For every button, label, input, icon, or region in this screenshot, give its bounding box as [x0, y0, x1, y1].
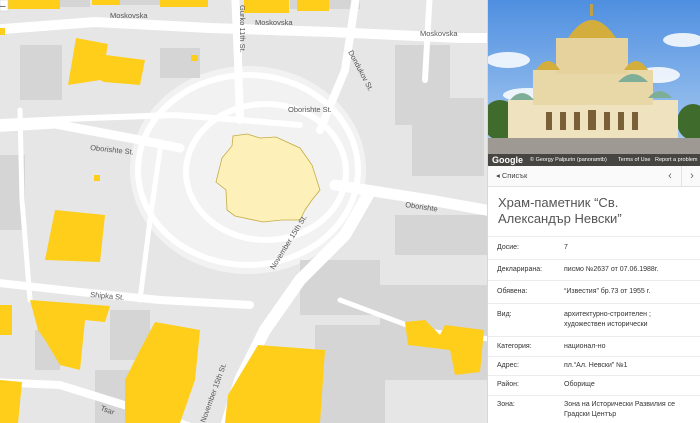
info-label: Обявена: — [497, 288, 528, 295]
info-row-category: Категория: национал-но — [488, 336, 700, 356]
info-label: Адрес: — [497, 362, 519, 369]
info-row-declared: Декларирана: писмо №2637 от 07.06.1988г. — [488, 259, 700, 280]
panel-navbar: ◂ Списък ‹ › — [488, 166, 700, 187]
street-label-moskovska-1: Moskovska — [110, 11, 148, 20]
info-row-type: Вид: архитектурно-строителен ; художеств… — [488, 303, 700, 336]
info-value: пл.“Ал. Невски” №1 — [564, 362, 628, 369]
info-label: Вид: — [497, 311, 512, 318]
info-label: Декларирана: — [497, 266, 543, 273]
street-label-gurko: Gurko 11th St. — [238, 5, 247, 53]
street-label-oborishte-1: Oborishte St. — [288, 105, 332, 114]
svg-text:–: – — [0, 1, 6, 12]
previous-item-button[interactable]: ‹ — [660, 166, 680, 186]
google-logo: Google — [492, 155, 523, 165]
info-label: Зона: — [497, 401, 515, 408]
info-label: Досие: — [497, 244, 519, 251]
info-row-announced: Обявена: “Известия” бр.73 от 1955 г. — [488, 280, 700, 303]
report-problem-link[interactable]: Report a problem — [655, 154, 698, 166]
info-value: 7 — [564, 244, 568, 251]
street-label-moskovska-3: Moskovska — [420, 29, 458, 38]
info-row-zone: Зона: Зона на Исторически Развилия се Гр… — [488, 395, 700, 423]
terms-of-use-link[interactable]: Terms of Use — [618, 154, 650, 166]
next-item-button[interactable]: › — [681, 166, 700, 186]
info-value: национал-но — [564, 343, 606, 350]
info-row-dossier: Досие: 7 — [488, 236, 700, 259]
info-value: Оборище — [564, 381, 595, 388]
info-row-address: Адрес: пл.“Ал. Невски” №1 — [488, 356, 700, 375]
streetview-photo[interactable]: Google © Georgy Palpurin (panoramtb) Ter… — [488, 0, 700, 166]
info-panel: Google © Georgy Palpurin (panoramtb) Ter… — [487, 0, 700, 423]
info-label: Район: — [497, 381, 519, 388]
photo-attribution-bar: Google © Georgy Palpurin (panoramtb) Ter… — [488, 154, 700, 166]
photo-credit[interactable]: © Georgy Palpurin (panoramtb) — [530, 154, 607, 166]
back-to-list-link[interactable]: ◂ Списък — [496, 166, 527, 186]
map-canvas[interactable]: Moskovska Moskovska Moskovska Gurko 11th… — [0, 0, 487, 423]
street-label-moskovska-2: Moskovska — [255, 18, 293, 27]
info-value: “Известия” бр.73 от 1955 г. — [564, 288, 651, 295]
info-row-district: Район: Оборище — [488, 375, 700, 395]
monument-title: Храм-паметник “Св. Александър Невски” — [498, 195, 622, 226]
info-value: архитектурно-строителен ; художествен ис… — [564, 311, 651, 328]
info-label: Категория: — [497, 343, 532, 350]
info-value: Зона на Исторически Развилия се Градски … — [564, 401, 676, 418]
info-value: писмо №2637 от 07.06.1988г. — [564, 266, 659, 273]
zoom-out-button[interactable]: – — [0, 0, 9, 12]
